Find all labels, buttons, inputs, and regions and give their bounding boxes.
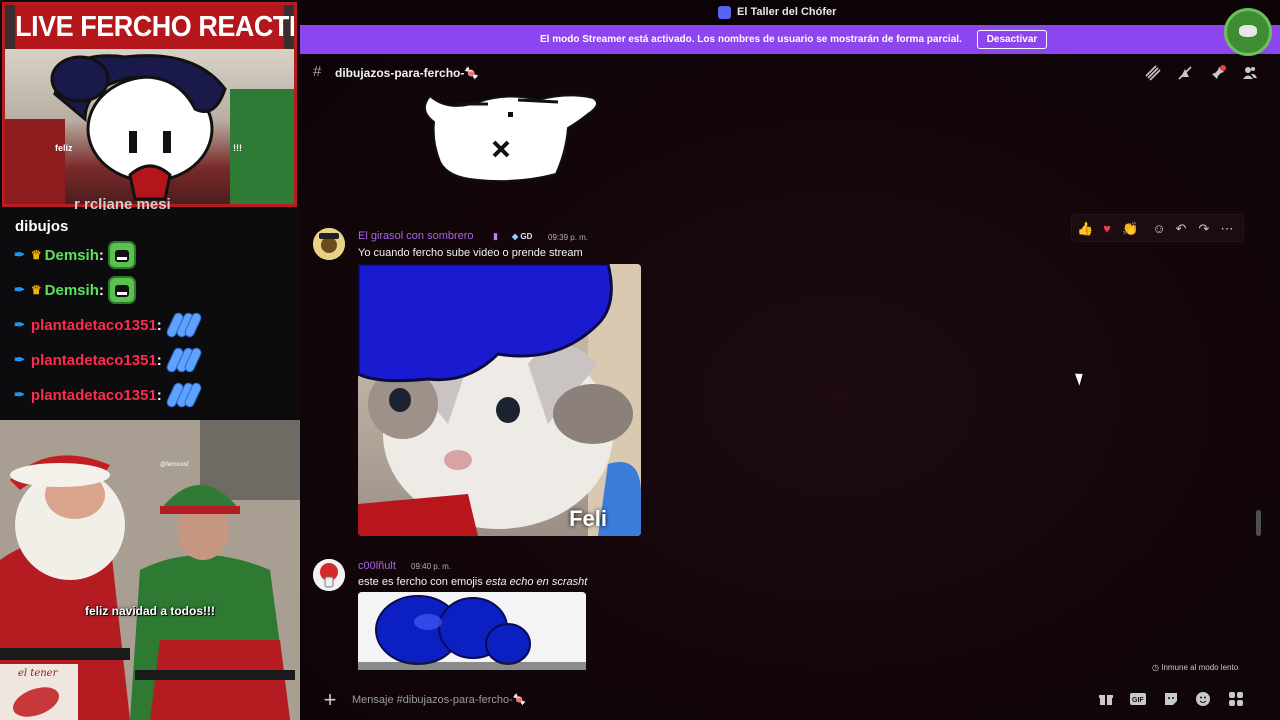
sword-icon: ✒ xyxy=(14,247,25,262)
title-bar: El Taller del Chófer xyxy=(300,0,1280,25)
chat-line: ✒ plantadetaco1351 : xyxy=(14,309,203,341)
chat-username: Demsih xyxy=(44,281,99,299)
message-text-plain: este es fercho con emojis xyxy=(358,576,486,588)
chat-username: plantadetaco1351 xyxy=(30,386,157,404)
channel-header: # dibujazos-para-fercho-🍬 xyxy=(300,54,1280,92)
facecam-box: LIVE FERCHO REACTION feliz !!! xyxy=(2,2,297,207)
svg-text:GIF: GIF xyxy=(1132,697,1144,704)
add-reaction-icon[interactable]: ☺ xyxy=(1151,221,1167,237)
reply-icon[interactable]: ↶ xyxy=(1173,221,1189,237)
chat-username: plantadetaco1351 xyxy=(30,316,157,334)
scrollbar-thumb[interactable] xyxy=(1256,510,1261,536)
streamer-mode-banner: El modo Streamer está activado. Los nomb… xyxy=(300,25,1280,54)
emoji-drawing-image[interactable] xyxy=(358,592,586,670)
wave-emote xyxy=(164,379,203,411)
user-avatar[interactable] xyxy=(1224,8,1272,56)
more-icon[interactable]: ⋯ xyxy=(1219,221,1235,237)
sword-icon: ✒ xyxy=(14,387,25,402)
stream-chat: r rcljane mesi dibujos ✒ ♛ Demsih : ✒ ♛ … xyxy=(0,196,300,420)
chat-colon: : xyxy=(156,351,162,369)
facecam-scene: feliz !!! xyxy=(5,49,294,204)
chat-colon: : xyxy=(156,386,162,404)
chat-colon: : xyxy=(156,316,162,334)
sword-icon: ✒ xyxy=(14,317,25,332)
deactivate-button[interactable]: Desactivar xyxy=(977,30,1047,49)
stream-title: LIVE FERCHO REACTION xyxy=(15,5,294,49)
message-text: Yo cuando fercho sube video o prende str… xyxy=(358,247,583,259)
video-caption: feliz navidad a todos!!! xyxy=(84,604,215,618)
guild-tag-label: GD xyxy=(520,232,533,241)
sword-icon: ✒ xyxy=(14,282,25,297)
hash-icon: # xyxy=(313,63,322,80)
stream-overlay: LIVE FERCHO REACTION feliz !!! r rcljane… xyxy=(0,0,300,720)
message-text: este es fercho con emojis esta echo en s… xyxy=(358,576,587,588)
wave-emote xyxy=(164,344,203,376)
clock-icon: ◷ xyxy=(1152,663,1159,672)
diamond-icon: ◆ xyxy=(512,232,519,241)
message-timestamp: 09:40 p. m. xyxy=(411,562,452,571)
slowmode-text: Inmune al modo lento xyxy=(1161,663,1239,672)
chat-username: plantadetaco1351 xyxy=(30,351,157,369)
members-icon[interactable] xyxy=(1242,65,1258,81)
chat-username: Demsih xyxy=(44,246,99,264)
video-tag: @fernxxisf xyxy=(160,462,189,468)
image-caption: Feli xyxy=(569,506,607,531)
mouse-cursor xyxy=(1074,371,1087,386)
logo-text: el tener xyxy=(18,668,58,679)
facecam-caption-left: feliz xyxy=(55,143,73,153)
gif-icon[interactable]: GIF xyxy=(1130,692,1146,708)
message-author[interactable]: c00lñult xyxy=(358,560,396,572)
vtuber-avatar xyxy=(5,54,294,204)
sticker-icon[interactable] xyxy=(1163,692,1179,708)
demon-emote xyxy=(107,241,136,269)
facecam-caption-right: !!! xyxy=(233,143,242,153)
clap-icon[interactable]: 👏 xyxy=(1122,221,1138,237)
crown-icon: ♛ xyxy=(30,283,42,297)
pin-icon[interactable] xyxy=(1210,65,1226,81)
chat-cut-line: r rcljane mesi xyxy=(74,196,171,210)
crown-icon: ♛ xyxy=(30,248,42,262)
window-title: El Taller del Chófer xyxy=(737,6,837,18)
chat-line: ✒ ♛ Demsih : xyxy=(14,240,136,270)
wave-emote xyxy=(164,309,203,341)
channel-logo: el tener xyxy=(0,664,78,720)
sunflower-avatar[interactable] xyxy=(313,228,345,260)
drawing-image[interactable] xyxy=(418,92,608,188)
message-timestamp: 09:39 p. m. xyxy=(548,233,589,242)
cat-meme-drawing xyxy=(358,264,641,536)
streamer-mode-text: El modo Streamer está activado. Los nomb… xyxy=(540,34,962,45)
thumbs-up-icon[interactable]: 👍 xyxy=(1077,221,1093,237)
mute-icon[interactable] xyxy=(1177,65,1193,81)
chat-colon: : xyxy=(98,281,104,299)
channel-name: dibujazos-para-fercho-🍬 xyxy=(335,66,480,80)
message-input[interactable] xyxy=(352,690,1092,710)
message-author[interactable]: El girasol con sombrero xyxy=(358,230,474,242)
add-attachment-button[interactable]: + xyxy=(320,688,340,712)
threads-icon[interactable] xyxy=(1145,65,1161,81)
forward-icon[interactable]: ↷ xyxy=(1196,221,1212,237)
message-actions-bar: 👍 ♥ 👏 ☺ ↶ ↷ ⋯ xyxy=(1071,214,1244,242)
chat-colon: : xyxy=(98,246,104,264)
chat-line: ✒ ♛ Demsih : xyxy=(14,275,136,305)
hat-badge-icon: ▮ xyxy=(493,231,498,241)
discord-window: El Taller del Chófer El modo Streamer es… xyxy=(300,0,1280,720)
discord-logo-icon xyxy=(718,6,731,19)
emoji-icon[interactable] xyxy=(1195,692,1211,708)
chat-text-dibujos: dibujos xyxy=(15,218,69,235)
message-text-italic: esta echo en scrasht xyxy=(485,576,588,588)
apps-icon[interactable] xyxy=(1228,692,1244,708)
guild-tag[interactable]: ◆ GD xyxy=(512,232,532,241)
heart-icon[interactable]: ♥ xyxy=(1099,221,1115,237)
cat-meme-image[interactable]: Feli xyxy=(358,264,641,536)
emoji-drawing xyxy=(358,592,586,670)
gift-icon[interactable] xyxy=(1098,692,1114,708)
chat-line: ✒ plantadetaco1351 : xyxy=(14,379,203,411)
slowmode-note: ◷ Inmune al modo lento xyxy=(1152,663,1238,672)
sword-icon: ✒ xyxy=(14,352,25,367)
demon-emote xyxy=(107,276,136,304)
message-composer: + GIF xyxy=(300,682,1280,720)
mushroom-avatar[interactable] xyxy=(313,559,345,591)
chat-line: ✒ plantadetaco1351 : xyxy=(14,344,203,376)
